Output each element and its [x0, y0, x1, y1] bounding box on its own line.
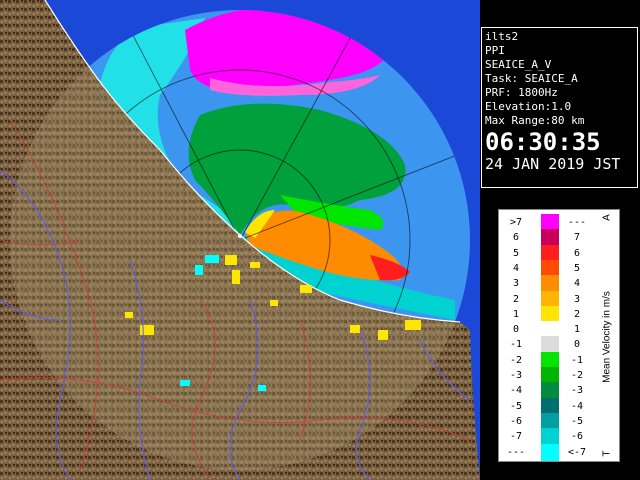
task-name: Task: SEAICE_A [485, 72, 578, 85]
legend-color-swatch [541, 443, 559, 461]
legend-top-marker: A [601, 214, 613, 221]
prf-value: PRF: 1800Hz [485, 86, 558, 99]
elevation-value: Elevation:1.0 [485, 100, 572, 113]
site-name: ilts2 [485, 30, 519, 43]
scan-time: 06:30:35 [485, 128, 601, 156]
legend-bottom-marker: T [601, 450, 613, 457]
radar-site-marker [238, 234, 242, 238]
legend-title-column: A Mean Velocity in m/s T [595, 210, 619, 463]
radar-map [0, 0, 480, 480]
scan-date: 24 JAN 2019 JST [485, 155, 621, 173]
radar-ppi-display[interactable] [0, 0, 480, 480]
scan-name: SEAICE_A_V [485, 58, 552, 71]
legend-title: Mean Velocity in m/s [601, 290, 613, 383]
scan-type: PPI [485, 44, 505, 57]
scan-info-panel: ilts2 PPI SEAICE_A_V Task: SEAICE_A PRF:… [481, 27, 638, 188]
velocity-legend: >7 --- 6 7 5 6 4 5 3 4 2 3 1 2 0 1 -1 0 -2 -1 -3 -2 -4 -3 -5 -4 -6… [498, 209, 620, 462]
legend-lower-bound: --- [506, 446, 526, 458]
max-range-value: Max Range:80 km [485, 114, 585, 127]
legend-upper-bound: <-7 [567, 446, 587, 458]
